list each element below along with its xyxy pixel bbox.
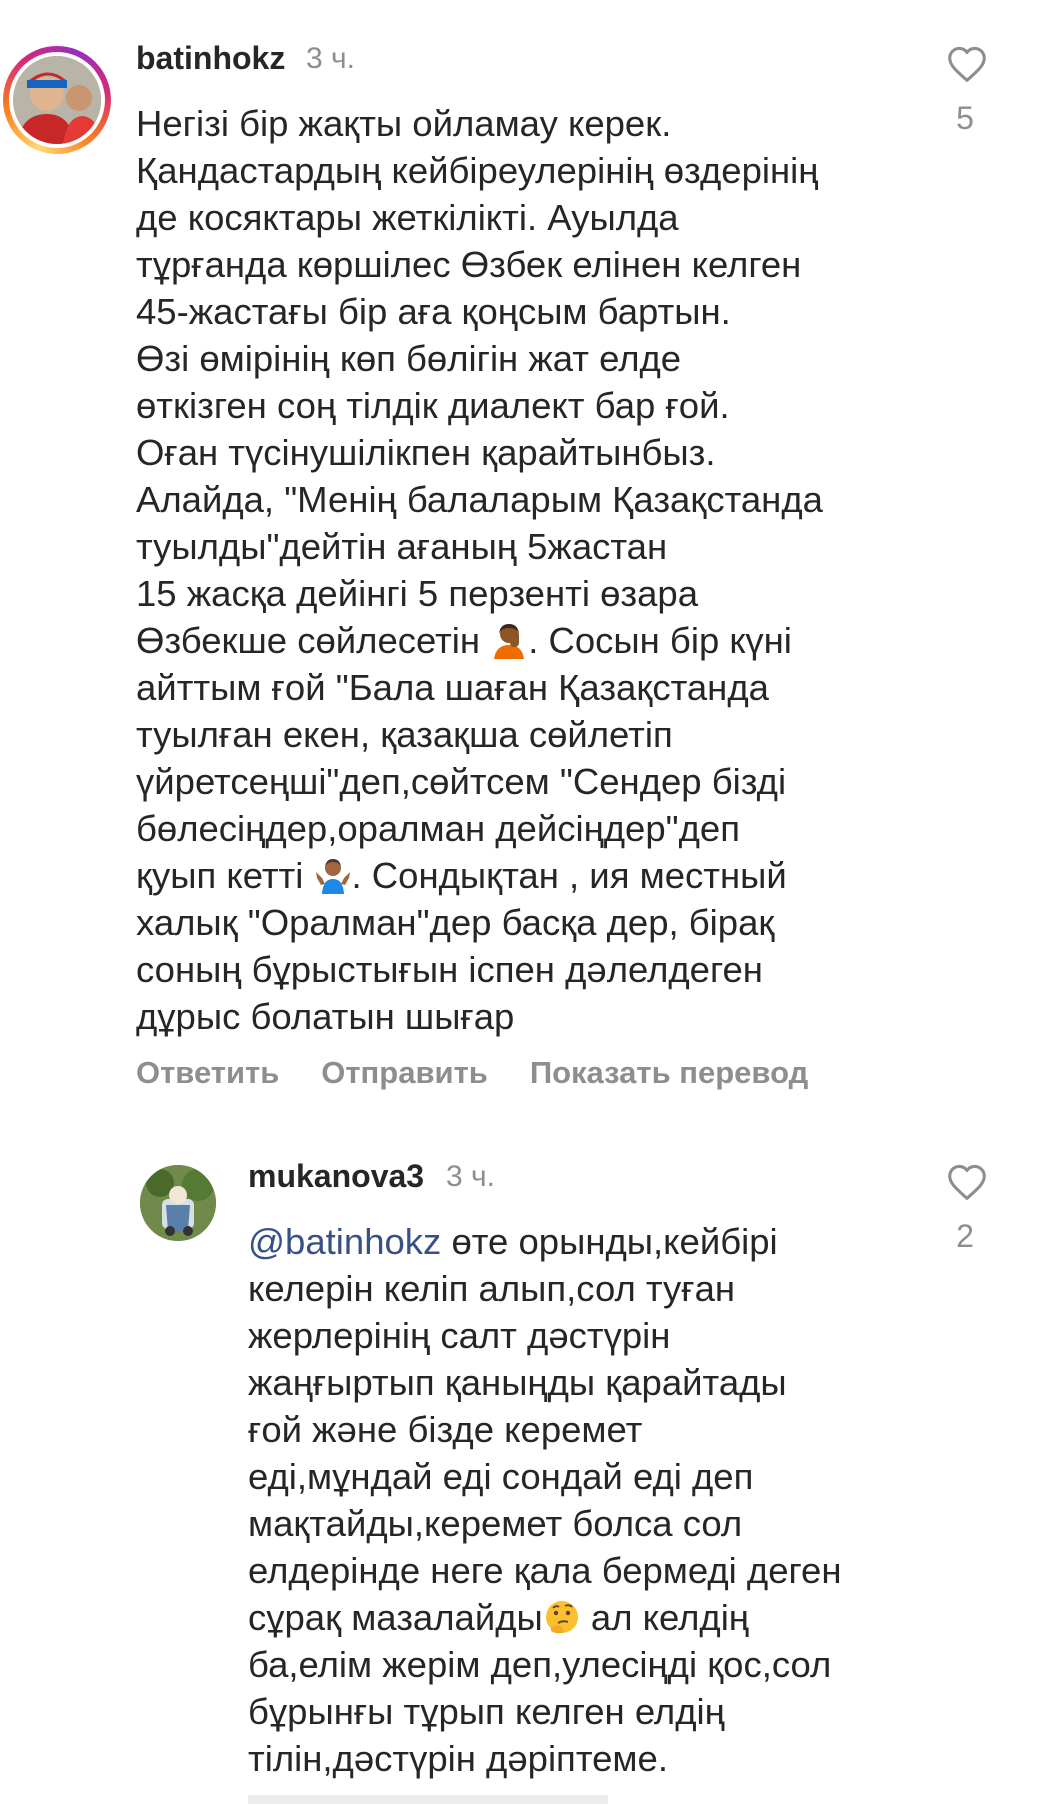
comment-text: @batinhokz өте орынды,кейбірі келерін ке…	[248, 1221, 842, 1779]
like-count: 2	[956, 1218, 974, 1254]
comment-timestamp: 3 ч.	[446, 1160, 495, 1193]
heart-icon[interactable]	[946, 1163, 988, 1201]
next-line-fragment	[248, 1795, 608, 1804]
comment-username[interactable]: mukanova3	[248, 1158, 424, 1195]
mention-link[interactable]: @batinhokz	[248, 1221, 441, 1262]
thinking-face-emoji	[545, 1601, 578, 1634]
comment-reply-mukanova3: mukanova3 3 ч. @batinhokz өте орынды,кей…	[0, 0, 1042, 1804]
avatar[interactable]	[140, 1165, 216, 1241]
